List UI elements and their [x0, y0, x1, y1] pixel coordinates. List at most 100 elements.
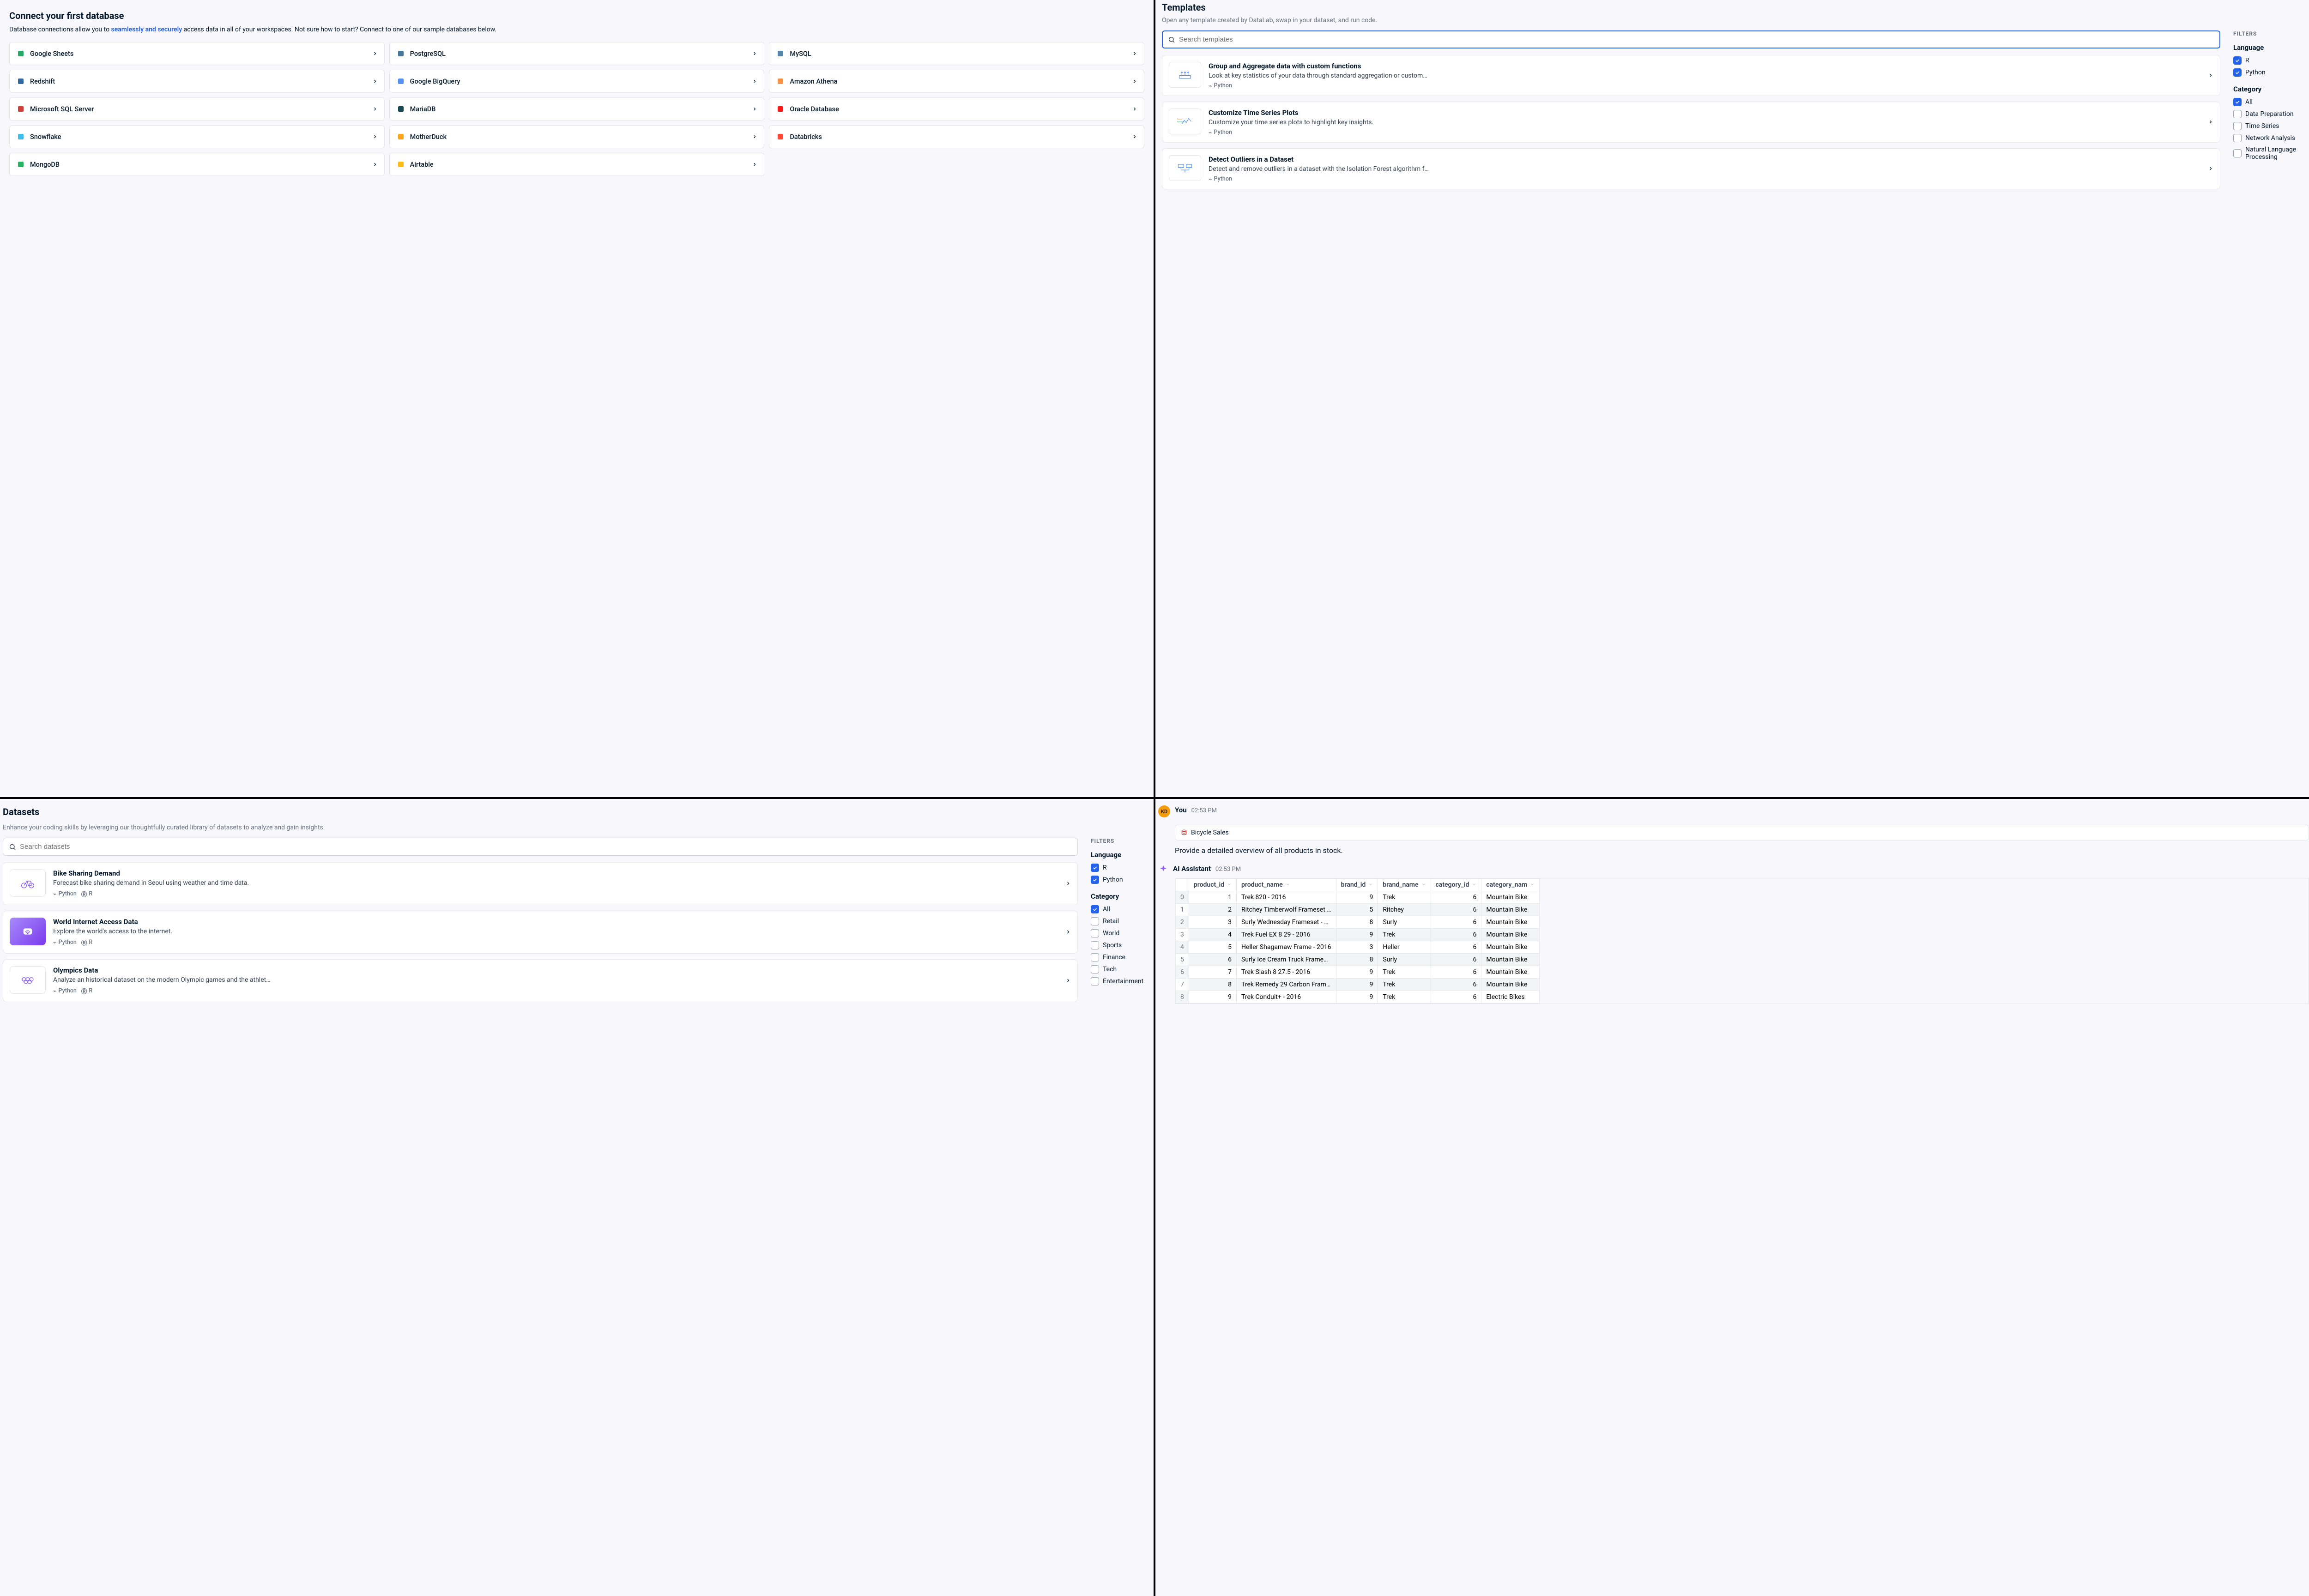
templates-search-input[interactable] — [1179, 36, 2214, 43]
cat-filter-natural-language-processing[interactable]: Natural Language Processing — [2233, 146, 2303, 161]
lang-filter-r[interactable]: R — [2233, 56, 2303, 65]
db-card-motherduck[interactable]: MotherDuck — [389, 125, 765, 148]
cat-filter-time-series[interactable]: Time Series — [2233, 122, 2303, 130]
cat-filter-entertainment[interactable]: Entertainment — [1091, 977, 1151, 985]
lang-filter-r[interactable]: R — [1091, 864, 1151, 872]
db-card-google-bigquery[interactable]: Google BigQuery — [389, 70, 765, 93]
db-card-databricks[interactable]: Databricks — [769, 125, 1144, 148]
cat-filter-all[interactable]: All — [1091, 905, 1151, 913]
db-card-microsoft-sql-server[interactable]: Microsoft SQL Server — [9, 97, 385, 121]
cat-filter-tech[interactable]: Tech — [1091, 965, 1151, 973]
cell-category-id: 6 — [1431, 916, 1481, 929]
cat-filter-sports[interactable]: Sports — [1091, 941, 1151, 949]
dataset-card[interactable]: Bike Sharing DemandForecast bike sharing… — [3, 862, 1078, 905]
dataset-card[interactable]: World Internet Access DataExplore the wo… — [3, 911, 1078, 954]
sort-icon — [1472, 882, 1476, 887]
ai-message-header: AI Assistant 02:53 PM — [1158, 864, 2309, 874]
datasets-search-input[interactable] — [20, 843, 1072, 851]
filter-label: Natural Language Processing — [2245, 146, 2303, 161]
db-card-oracle-database[interactable]: Oracle Database — [769, 97, 1144, 121]
db-card-mongodb[interactable]: MongoDB — [9, 153, 385, 176]
cell-product-id: 9 — [1189, 991, 1236, 1004]
db-icon — [16, 49, 25, 58]
chevron-right-icon — [752, 106, 757, 112]
cat-filter-retail[interactable]: Retail — [1091, 917, 1151, 925]
lang-filter-python[interactable]: Python — [2233, 68, 2303, 77]
db-card-mariadb[interactable]: MariaDB — [389, 97, 765, 121]
col-brand_name[interactable]: brand_name — [1378, 879, 1431, 891]
checkbox-icon — [2233, 68, 2242, 77]
chevron-right-icon — [752, 162, 757, 167]
chevron-right-icon — [1065, 976, 1071, 985]
db-label: PostgreSQL — [410, 50, 748, 58]
template-card[interactable]: Detect Outliers in a DatasetDetect and r… — [1162, 148, 2220, 189]
table-row[interactable]: 01Trek 820 - 20169Trek6Mountain Bike — [1176, 891, 1540, 904]
filters-label: FILTERS — [1091, 838, 1151, 844]
sort-icon — [1368, 882, 1373, 887]
template-thumb: FinanceAgriculture — [1169, 109, 1201, 134]
context-chip[interactable]: Bicycle Sales — [1175, 825, 2309, 840]
template-desc: Customize your time series plots to high… — [1209, 119, 2200, 126]
table-row[interactable]: 56Surly Ice Cream Truck Frame…8Surly6Mou… — [1176, 954, 1540, 966]
cell-category-name: Mountain Bike — [1481, 954, 1540, 966]
cell-brand-id: 9 — [1336, 891, 1378, 904]
filter-label: Retail — [1103, 918, 1119, 925]
templates-filters: FILTERS Language RPython Category AllDat… — [2233, 30, 2303, 195]
chevron-right-icon — [1132, 106, 1137, 112]
table-row[interactable]: 67Trek Slash 8 27.5 - 20169Trek6Mountain… — [1176, 966, 1540, 979]
db-card-postgresql[interactable]: PostgreSQL — [389, 42, 765, 65]
checkbox-icon — [1091, 905, 1099, 913]
cell-category-id: 6 — [1431, 941, 1481, 954]
db-icon — [776, 132, 785, 141]
db-card-snowflake[interactable]: Snowflake — [9, 125, 385, 148]
search-icon — [9, 843, 16, 851]
template-card[interactable]: FinanceAgricultureCustomize Time Series … — [1162, 102, 2220, 143]
results-table-wrap[interactable]: product_idproduct_namebrand_idbrand_name… — [1175, 878, 2309, 1004]
table-row[interactable]: 89Trek Conduit+ - 20169Trek6Electric Bik… — [1176, 991, 1540, 1004]
datasets-panel: Datasets Enhance your coding skills by l… — [0, 799, 1154, 1596]
cell-product-id: 8 — [1189, 979, 1236, 991]
cat-filter-all[interactable]: All — [2233, 98, 2303, 106]
db-card-mysql[interactable]: MySQL — [769, 42, 1144, 65]
cell-product-id: 5 — [1189, 941, 1236, 954]
cell-category-name: Mountain Bike — [1481, 941, 1540, 954]
template-card[interactable]: Group and Aggregate data with custom fun… — [1162, 55, 2220, 96]
col-index[interactable] — [1176, 879, 1189, 891]
templates-search[interactable] — [1162, 30, 2220, 48]
db-card-amazon-athena[interactable]: Amazon Athena — [769, 70, 1144, 93]
table-row[interactable]: 23Surly Wednesday Frameset - …8Surly6Mou… — [1176, 916, 1540, 929]
table-row[interactable]: 45Heller Shagamaw Frame - 20163Heller6Mo… — [1176, 941, 1540, 954]
seamlessly-link[interactable]: seamlessly and securely — [111, 26, 182, 33]
cell-brand-name: Trek — [1378, 979, 1431, 991]
chevron-right-icon — [1132, 79, 1137, 84]
cat-filter-data-preparation[interactable]: Data Preparation — [2233, 110, 2303, 118]
filter-label: R — [2245, 57, 2249, 64]
template-title: Detect Outliers in a Dataset — [1209, 155, 2200, 163]
user-name: You — [1175, 806, 1187, 814]
templates-subtitle: Open any template created by DataLab, sw… — [1162, 17, 2303, 24]
database-icon — [1181, 829, 1187, 836]
db-card-airtable[interactable]: Airtable — [389, 153, 765, 176]
table-row[interactable]: 78Trek Remedy 29 Carbon Fram…9Trek6Mount… — [1176, 979, 1540, 991]
cat-filter-world[interactable]: World — [1091, 929, 1151, 937]
datasets-search[interactable] — [3, 838, 1078, 856]
col-category_id[interactable]: category_id — [1431, 879, 1481, 891]
chevron-right-icon — [752, 134, 757, 139]
chevron-right-icon — [752, 51, 757, 56]
col-category_nam[interactable]: category_nam — [1481, 879, 1540, 891]
table-row[interactable]: 12Ritchey Timberwolf Frameset …5Ritchey6… — [1176, 904, 1540, 916]
cat-filter-finance[interactable]: Finance — [1091, 953, 1151, 961]
cat-filter-network-analysis[interactable]: Network Analysis — [2233, 134, 2303, 142]
db-card-google-sheets[interactable]: Google Sheets — [9, 42, 385, 65]
dataset-card[interactable]: Olympics DataAnalyze an historical datas… — [3, 959, 1078, 1002]
col-product_id[interactable]: product_id — [1189, 879, 1236, 891]
cell-brand-name: Trek — [1378, 891, 1431, 904]
chevron-right-icon — [372, 134, 378, 139]
col-product_name[interactable]: product_name — [1236, 879, 1336, 891]
db-card-redshift[interactable]: Redshift — [9, 70, 385, 93]
cell-index: 1 — [1176, 904, 1189, 916]
user-prompt: Provide a detailed overview of all produ… — [1175, 846, 2309, 855]
lang-filter-python[interactable]: Python — [1091, 876, 1151, 884]
table-row[interactable]: 34Trek Fuel EX 8 29 - 20169Trek6Mountain… — [1176, 929, 1540, 941]
col-brand_id[interactable]: brand_id — [1336, 879, 1378, 891]
